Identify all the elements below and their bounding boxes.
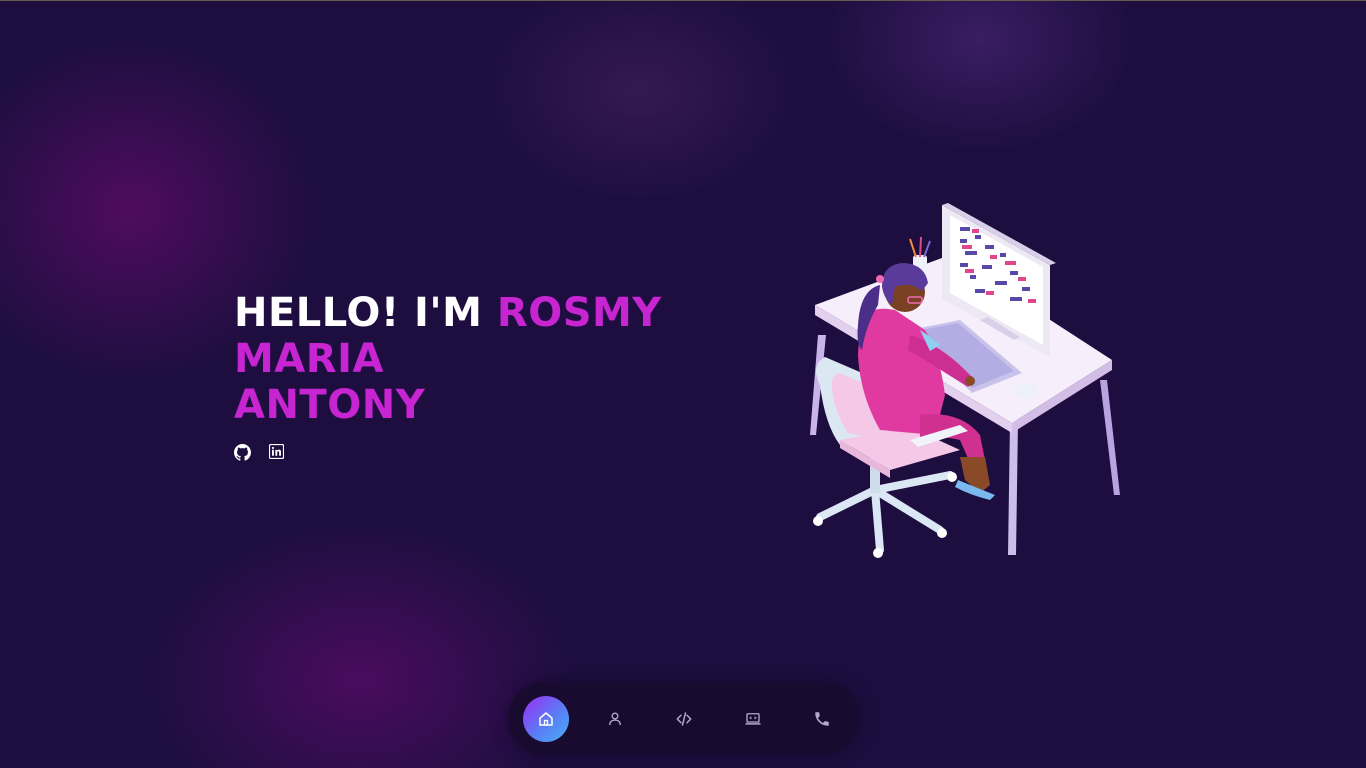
nav-skills[interactable] xyxy=(661,696,707,742)
laptop-code-icon xyxy=(745,713,761,725)
nav-about[interactable] xyxy=(592,696,638,742)
hero-name-last: ANTONY xyxy=(234,382,426,428)
top-border xyxy=(0,0,1366,1)
github-icon xyxy=(234,444,251,461)
social-links xyxy=(234,443,286,461)
linkedin-icon xyxy=(268,443,285,460)
bottom-navigation xyxy=(508,682,860,755)
hero-greeting: HELLO! I'M xyxy=(234,290,497,336)
hero-heading: HELLO! I'M ROSMY MARIA ANTONY xyxy=(234,290,754,428)
home-icon xyxy=(539,712,553,726)
user-icon xyxy=(609,712,621,726)
nav-projects[interactable] xyxy=(730,696,776,742)
phone-icon xyxy=(815,712,829,726)
linkedin-link[interactable] xyxy=(268,443,286,461)
github-link[interactable] xyxy=(234,444,251,461)
developer-desk-illustration xyxy=(810,203,1120,558)
nav-home[interactable] xyxy=(523,696,569,742)
code-icon xyxy=(676,712,692,726)
nav-contact[interactable] xyxy=(799,696,845,742)
